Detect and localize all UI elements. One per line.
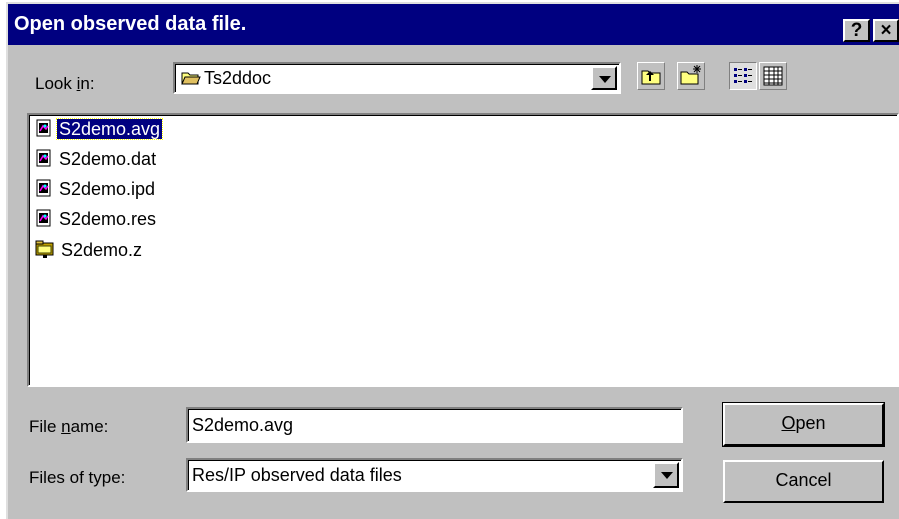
up-one-level-button[interactable] [637,62,665,90]
details-view-button[interactable] [759,62,787,90]
file-name: S2demo.z [61,240,143,261]
file-name-input[interactable]: S2demo.avg [186,407,683,443]
file-name-label-text: File [29,417,62,436]
details-view-icon [760,66,786,93]
file-list-item[interactable]: S2demo.ipd [35,179,157,203]
file-list-item[interactable]: S2demo.res [35,209,158,233]
open-button-label: pen [795,413,826,433]
file-list-item[interactable]: S2demo.avg [35,118,164,143]
file-type-combobox[interactable]: Res/IP observed data files [186,458,683,492]
look-in-combobox[interactable]: Ts2ddoc [173,62,621,94]
list-view-icon [730,68,756,93]
file-name-hotkey: n [61,417,71,436]
file-type-label: Files of type: [29,468,126,487]
file-list-item[interactable]: S2demo.dat [35,149,158,173]
file-name: S2demo.avg [55,118,164,141]
file-name-label: File name: [29,417,108,437]
help-button[interactable]: ? [843,19,870,42]
file-name: S2demo.dat [59,149,157,170]
data-file-icon [35,209,53,232]
title-bar[interactable]: Open observed data file. ? × [8,4,899,45]
new-folder-button[interactable] [677,62,705,90]
new-folder-icon [678,65,704,93]
close-button[interactable]: × [873,19,899,42]
open-button-hotkey: O [781,413,796,433]
look-in-label-suffix: n: [80,74,95,93]
data-file-icon [35,149,53,172]
file-type-dropdown-arrow[interactable] [653,462,679,488]
data-file-icon [35,179,53,202]
look-in-value: Ts2ddoc [204,68,272,88]
file-list[interactable]: S2demo.avg S2demo.dat S2demo.ipd S2demo.res… [27,113,899,387]
file-type-value: Res/IP observed data files [192,465,402,485]
open-file-dialog: Open observed data file. ? × Look in: Ts… [6,2,899,519]
file-name: S2demo.res [59,209,157,230]
list-view-button[interactable] [729,62,757,90]
folder-open-icon [181,70,201,91]
open-button[interactable]: Open [722,402,885,447]
window-title: Open observed data file. [14,13,247,35]
look-in-dropdown-arrow[interactable] [591,66,617,90]
archive-file-icon [35,239,55,264]
file-name: S2demo.ipd [59,179,156,200]
cancel-button[interactable]: Cancel [723,460,884,503]
look-in-label-text: Look [35,74,77,93]
file-list-item[interactable]: S2demo.z [35,239,144,263]
file-name-label-suffix: ame: [70,417,109,436]
data-file-icon [35,119,53,142]
file-name-value: S2demo.avg [192,415,294,435]
look-in-label: Look in: [35,74,95,94]
up-one-level-icon [638,70,664,93]
